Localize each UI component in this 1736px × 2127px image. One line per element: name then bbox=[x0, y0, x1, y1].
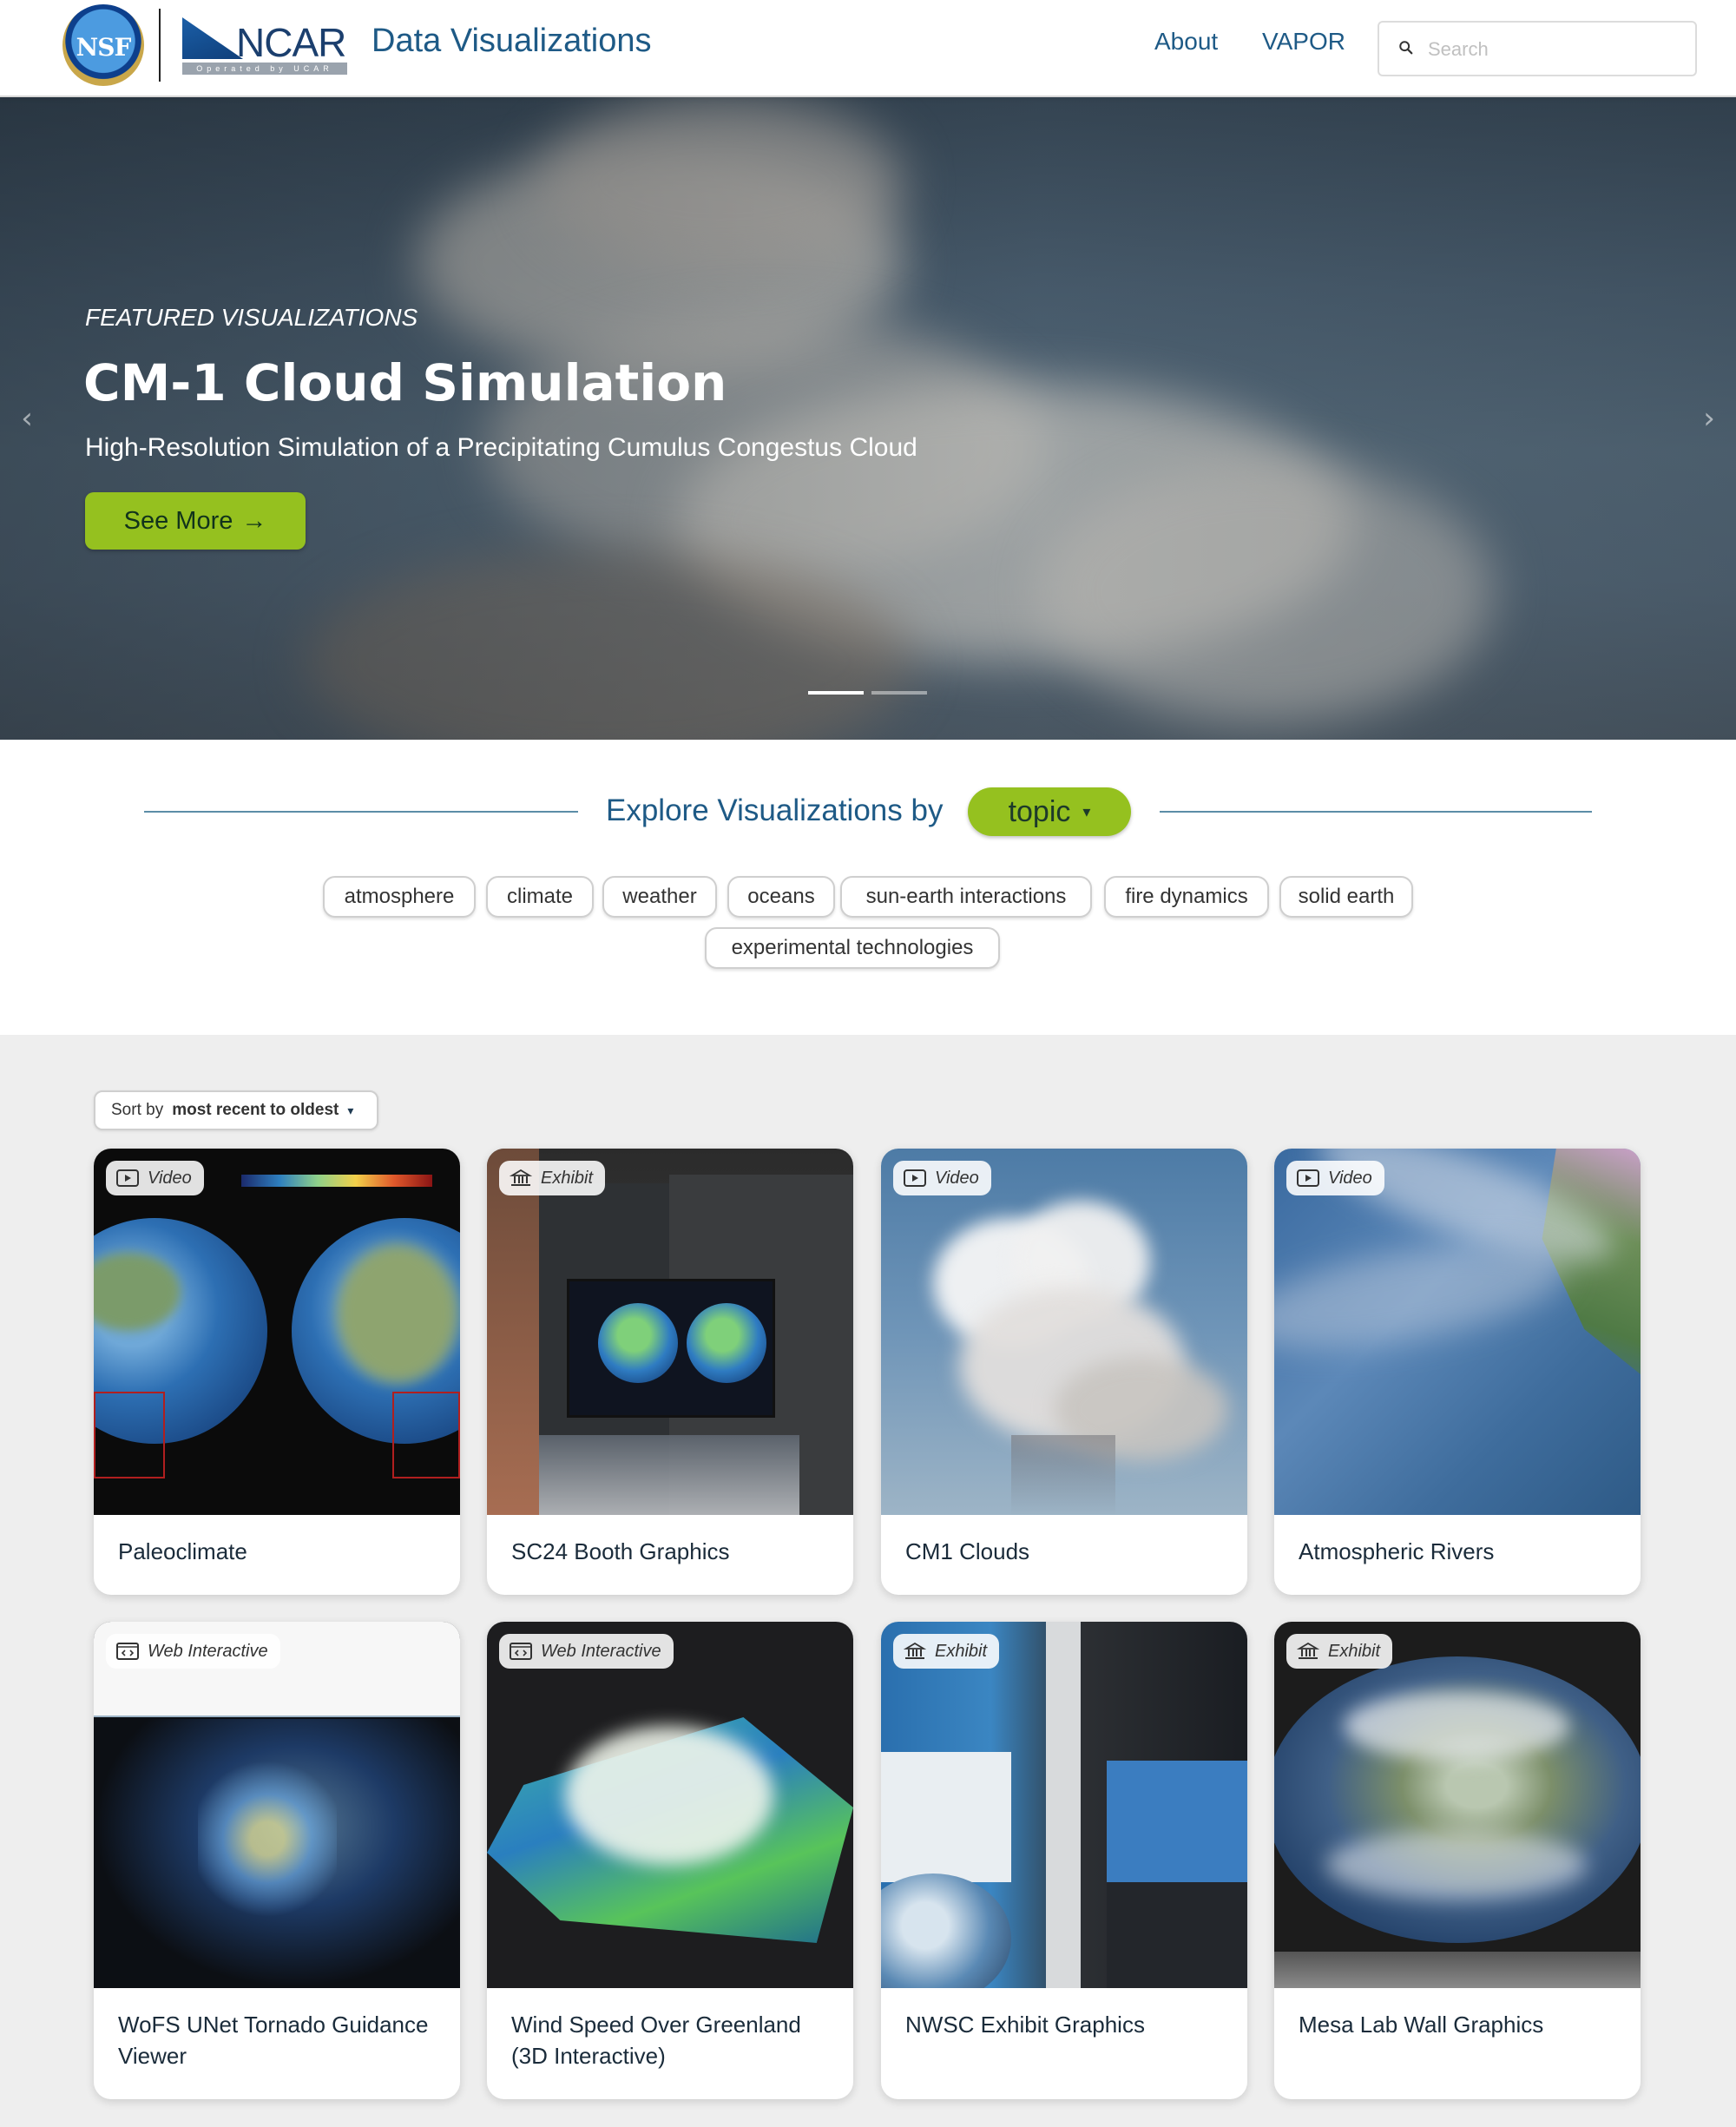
card-type-badge: Exhibit bbox=[893, 1634, 1000, 1669]
code-icon bbox=[116, 1643, 139, 1660]
card-nwsc-exhibit-graphics[interactable]: Exhibit NWSC Exhibit Graphics bbox=[881, 1622, 1247, 2099]
nsf-logo-text: NSF bbox=[76, 33, 132, 62]
card-title: Atmospheric Rivers bbox=[1299, 1538, 1495, 1564]
card-thumbnail bbox=[881, 1622, 1247, 1988]
card-type-badge: Video bbox=[893, 1161, 991, 1195]
tag-atmosphere[interactable]: atmosphere bbox=[323, 876, 476, 918]
museum-icon bbox=[904, 1643, 926, 1659]
tag-fire-dynamics[interactable]: fire dynamics bbox=[1104, 876, 1269, 918]
sort-label: Sort by bbox=[111, 1101, 164, 1119]
museum-icon bbox=[1297, 1643, 1319, 1659]
card-title: SC24 Booth Graphics bbox=[511, 1538, 730, 1564]
divider-left bbox=[144, 811, 578, 813]
card-title: WoFS UNet Tornado Guidance Viewer bbox=[118, 2012, 429, 2069]
explore-by-value: topic bbox=[1008, 794, 1071, 828]
caret-down-icon: ▾ bbox=[1082, 802, 1091, 820]
card-type-badge: Exhibit bbox=[499, 1161, 606, 1195]
hero-subtitle: High-Resolution Simulation of a Precipit… bbox=[85, 433, 917, 462]
play-icon bbox=[116, 1169, 139, 1187]
carousel-prev-icon[interactable]: ‹ bbox=[14, 401, 40, 436]
carousel-indicator-2[interactable] bbox=[871, 691, 927, 695]
card-paleoclimate[interactable]: Video Paleoclimate bbox=[94, 1149, 460, 1595]
card-title: NWSC Exhibit Graphics bbox=[905, 2012, 1145, 2038]
explore-label: Explore Visualizations by bbox=[606, 794, 944, 827]
tag-weather[interactable]: weather bbox=[602, 876, 717, 918]
card-type-badge: Video bbox=[1286, 1161, 1384, 1195]
site-title[interactable]: Data Visualizations bbox=[372, 23, 651, 60]
tag-sun-earth-interactions[interactable]: sun-earth interactions bbox=[840, 876, 1092, 918]
card-thumbnail bbox=[94, 1149, 460, 1515]
caret-down-icon: ▾ bbox=[347, 1103, 354, 1117]
carousel-indicator-1[interactable] bbox=[808, 691, 864, 695]
museum-icon bbox=[510, 1169, 532, 1186]
card-title: CM1 Clouds bbox=[905, 1538, 1030, 1564]
carousel-next-icon[interactable]: › bbox=[1696, 401, 1722, 436]
play-icon bbox=[1297, 1169, 1319, 1187]
hero-carousel: FEATURED VISUALIZATIONS CM-1 Cloud Simul… bbox=[0, 97, 1736, 740]
search-box[interactable] bbox=[1378, 21, 1697, 76]
tag-climate[interactable]: climate bbox=[486, 876, 594, 918]
hero-label: FEATURED VISUALIZATIONS bbox=[85, 304, 418, 331]
card-wofs-unet-tornado-guidance-viewer[interactable]: Web Interactive WoFS UNet Tornado Guidan… bbox=[94, 1622, 460, 2099]
card-thumbnail bbox=[1274, 1622, 1641, 1988]
card-wind-speed-over-greenland[interactable]: Web Interactive Wind Speed Over Greenlan… bbox=[487, 1622, 853, 2099]
nav-link-vapor[interactable]: VAPOR bbox=[1262, 28, 1345, 56]
ncar-logo-text: NCAR bbox=[236, 20, 346, 65]
card-mesa-lab-wall-graphics[interactable]: Exhibit Mesa Lab Wall Graphics bbox=[1274, 1622, 1641, 2099]
card-type-badge: Video bbox=[106, 1161, 204, 1195]
explore-by-dropdown[interactable]: topic ▾ bbox=[968, 787, 1131, 836]
card-type-badge: Web Interactive bbox=[499, 1634, 674, 1669]
hero-title: CM-1 Cloud Simulation bbox=[83, 353, 727, 412]
card-thumbnail bbox=[487, 1622, 853, 1988]
card-cm1-clouds[interactable]: Video CM1 Clouds bbox=[881, 1149, 1247, 1595]
see-more-label: See More bbox=[123, 506, 233, 535]
card-type-badge: Web Interactive bbox=[106, 1634, 280, 1669]
tag-experimental-technologies[interactable]: experimental technologies bbox=[705, 927, 1000, 969]
card-thumbnail bbox=[881, 1149, 1247, 1515]
sort-dropdown[interactable]: Sort by most recent to oldest ▾ bbox=[94, 1090, 378, 1130]
tag-solid-earth[interactable]: solid earth bbox=[1279, 876, 1413, 918]
play-icon bbox=[904, 1169, 926, 1187]
card-thumbnail bbox=[1274, 1149, 1641, 1515]
tag-oceans[interactable]: oceans bbox=[727, 876, 835, 918]
card-thumbnail bbox=[487, 1149, 853, 1515]
arrow-right-icon: → bbox=[241, 506, 267, 535]
site-header: NSF NCAR Operated by UCAR Data Visualiza… bbox=[0, 0, 1736, 97]
divider-right bbox=[1160, 811, 1592, 813]
card-thumbnail bbox=[94, 1622, 460, 1988]
ncar-logo[interactable]: NCAR Operated by UCAR bbox=[182, 16, 347, 76]
search-input[interactable] bbox=[1428, 33, 1680, 66]
nav-link-about[interactable]: About bbox=[1154, 28, 1218, 56]
nsf-logo[interactable]: NSF bbox=[62, 4, 144, 86]
see-more-button[interactable]: See More → bbox=[85, 492, 306, 550]
card-title: Mesa Lab Wall Graphics bbox=[1299, 2012, 1544, 2038]
code-icon bbox=[510, 1643, 532, 1660]
card-title: Wind Speed Over Greenland (3D Interactiv… bbox=[511, 2012, 801, 2069]
search-icon bbox=[1399, 41, 1413, 55]
card-type-badge: Exhibit bbox=[1286, 1634, 1393, 1669]
card-atmospheric-rivers[interactable]: Video Atmospheric Rivers bbox=[1274, 1149, 1641, 1595]
card-sc24-booth-graphics[interactable]: Exhibit SC24 Booth Graphics bbox=[487, 1149, 853, 1595]
logo-divider bbox=[159, 9, 161, 82]
card-title: Paleoclimate bbox=[118, 1538, 247, 1564]
sort-value: most recent to oldest bbox=[172, 1101, 339, 1119]
ncar-logo-subtitle: Operated by UCAR bbox=[182, 63, 347, 75]
